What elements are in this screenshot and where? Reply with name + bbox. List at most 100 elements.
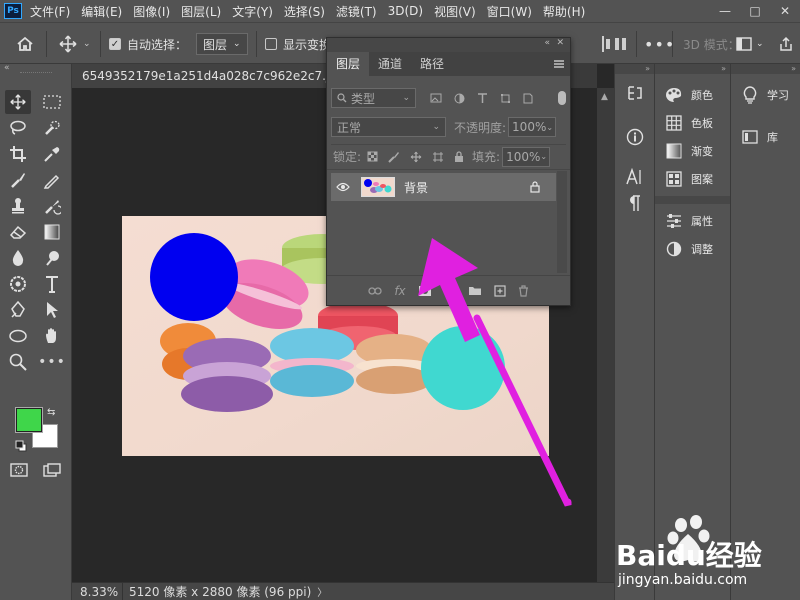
fx-layer-style-icon[interactable]: fx bbox=[394, 284, 405, 298]
menu-view[interactable]: 视图(V) bbox=[434, 3, 476, 20]
maximize-button[interactable]: □ bbox=[740, 0, 770, 22]
tab-layers[interactable]: 图层 bbox=[327, 52, 370, 76]
character-panel-icon[interactable] bbox=[626, 168, 644, 186]
lock-all-icon[interactable] bbox=[454, 150, 464, 163]
crop-tool-icon[interactable] bbox=[5, 142, 31, 166]
chevron-right-icon[interactable]: 〉 bbox=[317, 584, 327, 599]
filter-type-icon[interactable] bbox=[477, 92, 488, 104]
new-layer-icon[interactable] bbox=[494, 284, 506, 297]
hand-tool-icon[interactable] bbox=[39, 324, 65, 348]
history-brush-tool-icon[interactable] bbox=[39, 194, 65, 218]
filter-kind-dropdown[interactable]: 类型 ⌄ bbox=[331, 88, 416, 108]
add-mask-icon[interactable] bbox=[418, 285, 432, 297]
auto-select-checkbox[interactable]: ✓ 自动选择： bbox=[109, 23, 187, 65]
blend-mode-dropdown[interactable]: 正常 ⌄ bbox=[331, 117, 446, 137]
close-button[interactable]: ✕ bbox=[770, 0, 800, 22]
lock-position-icon[interactable] bbox=[410, 151, 422, 163]
quick-mask-icon[interactable] bbox=[6, 458, 32, 482]
filter-adjustment-icon[interactable] bbox=[454, 93, 465, 104]
fill-input[interactable]: 100% ⌄ bbox=[502, 146, 551, 167]
workspace-icon[interactable]: ⌄ bbox=[736, 23, 764, 65]
quick-selection-tool-icon[interactable] bbox=[39, 116, 65, 140]
color-panel-button[interactable]: 颜色 bbox=[655, 82, 730, 108]
filter-smart-object-icon[interactable] bbox=[523, 93, 533, 104]
collapse-arrows-icon[interactable]: » bbox=[615, 64, 654, 74]
scroll-up-icon[interactable]: ▲ bbox=[601, 92, 610, 102]
show-transform-checkbox[interactable]: 显示变换 bbox=[265, 23, 331, 65]
path-selection-tool-icon[interactable] bbox=[39, 298, 65, 322]
info-panel-icon[interactable] bbox=[626, 128, 644, 146]
close-icon[interactable]: ✕ bbox=[556, 38, 564, 48]
gradients-panel-button[interactable]: 渐变 bbox=[655, 138, 730, 164]
learn-panel-button[interactable]: 学习 bbox=[731, 82, 800, 108]
link-layers-icon[interactable] bbox=[368, 286, 382, 295]
share-icon[interactable] bbox=[778, 23, 794, 65]
distribute-icon[interactable] bbox=[614, 23, 628, 65]
collapse-arrows-icon[interactable]: « bbox=[4, 63, 10, 73]
healing-brush-tool-icon[interactable] bbox=[5, 168, 31, 192]
collapse-arrows-icon[interactable]: » bbox=[731, 64, 800, 74]
panel-menu-icon[interactable] bbox=[548, 52, 570, 76]
swap-colors-icon[interactable]: ⇆ bbox=[47, 407, 55, 418]
panel-header[interactable]: « ✕ bbox=[327, 38, 570, 52]
eye-visibility-icon[interactable] bbox=[331, 182, 355, 192]
layer-row-background[interactable]: 背景 bbox=[331, 173, 556, 201]
default-colors-icon[interactable] bbox=[15, 440, 27, 452]
adjustment-layer-icon[interactable] bbox=[444, 284, 456, 297]
menu-help[interactable]: 帮助(H) bbox=[543, 3, 585, 20]
home-icon[interactable] bbox=[16, 23, 34, 65]
collapse-arrows-icon[interactable]: » bbox=[655, 64, 730, 74]
layers-scrollbar[interactable] bbox=[557, 171, 567, 273]
layer-name[interactable]: 背景 bbox=[404, 179, 428, 196]
patterns-panel-button[interactable]: 图案 bbox=[655, 166, 730, 192]
lock-transparent-icon[interactable] bbox=[367, 151, 378, 162]
paragraph-panel-icon[interactable] bbox=[626, 194, 642, 212]
gradient-tool-icon[interactable] bbox=[39, 220, 65, 244]
tab-paths[interactable]: 路径 bbox=[411, 52, 453, 76]
blur-tool-icon[interactable] bbox=[5, 246, 31, 270]
menu-file[interactable]: 文件(F) bbox=[30, 3, 70, 20]
move-tool-preset-icon[interactable]: ⌄ bbox=[58, 23, 91, 65]
collapse-arrows-icon[interactable]: « bbox=[544, 38, 550, 48]
filter-shape-icon[interactable] bbox=[500, 93, 511, 104]
move-tool-icon[interactable] bbox=[5, 90, 31, 114]
tab-channels[interactable]: 通道 bbox=[369, 52, 411, 76]
menu-filter[interactable]: 滤镜(T) bbox=[336, 3, 377, 20]
new-group-folder-icon[interactable] bbox=[468, 285, 482, 296]
menu-window[interactable]: 窗口(W) bbox=[487, 3, 532, 20]
eyedropper-tool-icon[interactable] bbox=[39, 142, 65, 166]
minimize-button[interactable]: — bbox=[710, 0, 740, 22]
menu-3d[interactable]: 3D(D) bbox=[388, 4, 423, 18]
eraser-tool-icon[interactable] bbox=[5, 220, 31, 244]
dodge-tool-icon[interactable] bbox=[39, 246, 65, 270]
vertical-scrollbar[interactable]: ▲ bbox=[597, 88, 614, 582]
lock-image-icon[interactable] bbox=[388, 151, 400, 163]
clone-stamp-tool-icon[interactable] bbox=[5, 194, 31, 218]
more-options-icon[interactable]: ••• bbox=[644, 23, 675, 65]
ellipse-tool-icon[interactable] bbox=[5, 324, 31, 348]
align-icon[interactable] bbox=[600, 23, 612, 65]
auto-select-target-dropdown[interactable]: 图层 ⌄ bbox=[196, 33, 248, 55]
properties-panel-button[interactable]: 属性 bbox=[655, 208, 730, 234]
adjustments-panel-button[interactable]: 调整 bbox=[655, 236, 730, 262]
zoom-level[interactable]: 8.33% bbox=[72, 585, 122, 599]
foreground-color-swatch[interactable] bbox=[15, 407, 43, 433]
opacity-input[interactable]: 100% ⌄ bbox=[508, 117, 557, 137]
marquee-tool-icon[interactable] bbox=[39, 90, 65, 114]
history-panel-icon[interactable] bbox=[626, 84, 644, 102]
pen-tool-icon[interactable] bbox=[5, 272, 31, 296]
zoom-tool-icon[interactable] bbox=[5, 350, 31, 374]
menu-image[interactable]: 图像(I) bbox=[133, 3, 170, 20]
more-tools-icon[interactable]: ••• bbox=[38, 350, 65, 374]
document-tab[interactable]: 6549352179e1a251d4a028c7c962e2c7.jpeg @ bbox=[72, 64, 330, 88]
menu-select[interactable]: 选择(S) bbox=[284, 3, 325, 20]
swatches-panel-button[interactable]: 色板 bbox=[655, 110, 730, 136]
lock-artboard-icon[interactable] bbox=[432, 151, 444, 163]
screen-mode-icon[interactable] bbox=[39, 458, 65, 482]
filter-toggle-switch[interactable] bbox=[558, 91, 566, 105]
libraries-panel-button[interactable]: 库 bbox=[731, 124, 800, 150]
type-tool-icon[interactable] bbox=[39, 272, 65, 296]
pen-path-tool-icon[interactable] bbox=[5, 298, 31, 322]
menu-type[interactable]: 文字(Y) bbox=[232, 3, 273, 20]
pencil-tool-icon[interactable] bbox=[39, 168, 65, 192]
